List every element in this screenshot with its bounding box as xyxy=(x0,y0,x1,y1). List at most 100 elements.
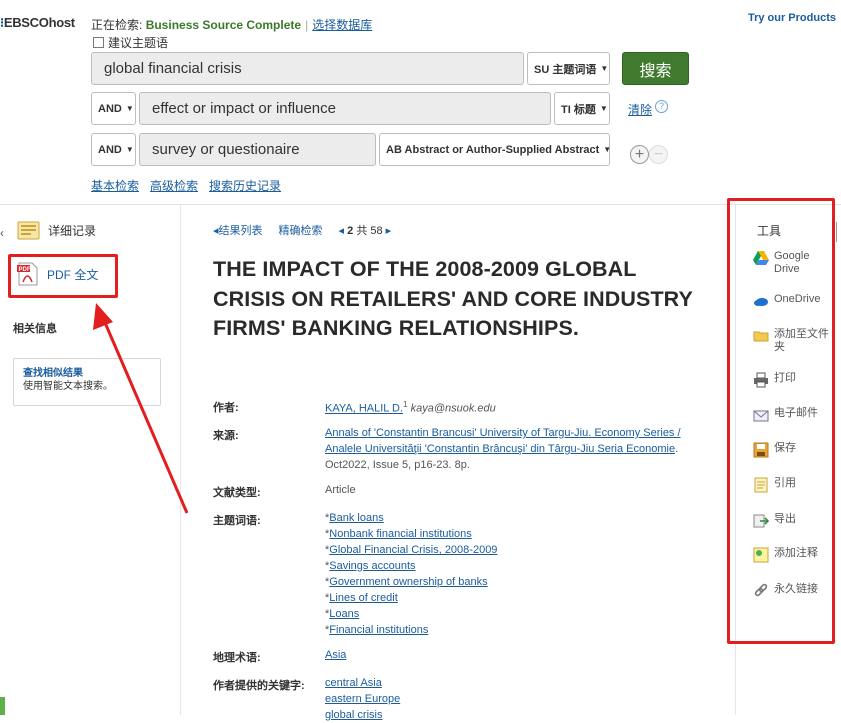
help-icon[interactable]: ? xyxy=(655,100,668,113)
tool-permalink[interactable]: 永久链接 xyxy=(753,583,833,599)
record-navigation: ◂结果列表 精确检索 ◂ 2 共 58 ▸ xyxy=(213,222,391,238)
export-icon xyxy=(753,514,769,528)
subject-item[interactable]: *Savings accounts xyxy=(325,558,497,574)
email-icon xyxy=(753,410,769,422)
tool-cite[interactable]: 引用 xyxy=(753,477,833,493)
collapse-left-icon[interactable]: ‹ xyxy=(0,226,4,240)
related-info-heading: 相关信息 xyxy=(13,323,57,335)
author-value: KAYA, HALIL D.1 kaya@nsuok.edu xyxy=(325,400,496,415)
field-select-1[interactable]: SU 主题词语 ▼ xyxy=(527,52,610,85)
subject-item[interactable]: *Government ownership of banks xyxy=(325,574,497,590)
keyword-link[interactable]: global crisis xyxy=(325,709,382,721)
basic-search-link[interactable]: 基本检索 xyxy=(91,177,139,194)
doctype-label: 文献类型: xyxy=(213,487,261,499)
row-controls: + − xyxy=(630,145,668,164)
suggest-label: 建议主题语 xyxy=(108,36,169,50)
tool-export[interactable]: 导出 xyxy=(753,513,833,529)
pdf-fulltext-label: PDF 全文 xyxy=(47,267,99,282)
search-mode-links: 基本检索 高级检索 搜索历史记录 xyxy=(91,177,281,194)
search-button[interactable]: 搜索 xyxy=(622,52,689,85)
detailed-record-label: 详细记录 xyxy=(48,224,97,238)
collapse-right-icon[interactable] xyxy=(836,222,841,242)
searching-label: 正在检索: xyxy=(91,18,143,32)
subject-item[interactable]: *Global Financial Crisis, 2008-2009 xyxy=(325,542,497,558)
source-label: 来源: xyxy=(213,430,239,442)
subject-item[interactable]: *Loans xyxy=(325,606,497,622)
tool-add-folder[interactable]: 添加至文件夹 xyxy=(753,328,833,354)
subject-list: *Bank loans *Nonbank financial instituti… xyxy=(325,510,497,638)
caret-down-icon: ▼ xyxy=(600,64,609,73)
caret-down-icon: ▼ xyxy=(125,104,134,113)
tool-print[interactable]: 打印 xyxy=(753,372,833,388)
field-select-3[interactable]: AB Abstract or Author-Supplied Abstract ▼ xyxy=(379,133,612,166)
source-value: Annals of 'Constantin Brancusi' Universi… xyxy=(325,427,681,471)
subject-label: 主题词语: xyxy=(213,515,261,527)
caret-down-icon: ▼ xyxy=(125,145,134,154)
detailed-record-icon xyxy=(17,221,40,240)
find-similar-subtitle: 使用智能文本搜索。 xyxy=(23,381,113,392)
author-link[interactable]: KAYA, HALIL D. xyxy=(325,403,403,415)
article-title: THE IMPACT OF THE 2008-2009 GLOBAL CRISI… xyxy=(213,257,693,340)
subject-item[interactable]: *Financial institutions xyxy=(325,622,497,638)
tool-add-note[interactable]: 添加注释 xyxy=(753,547,833,563)
search-input-1[interactable]: global financial crisis xyxy=(91,52,524,85)
bool-select-3[interactable]: AND ▼ xyxy=(91,133,136,166)
geo-label: 地理术语: xyxy=(213,652,261,664)
google-drive-icon xyxy=(753,251,769,265)
geo-link[interactable]: Asia xyxy=(325,649,346,661)
search-input-2[interactable]: effect or impact or influence xyxy=(139,92,551,125)
search-history-link[interactable]: 搜索历史记录 xyxy=(209,177,281,194)
find-similar-title[interactable]: 查找相似结果 xyxy=(23,367,151,380)
field-select-2[interactable]: TI 标题 ▼ xyxy=(554,92,610,125)
try-products-link[interactable]: Try our Products xyxy=(748,12,836,24)
database-name: Business Source Complete xyxy=(145,18,302,32)
suggest-subject-checkbox[interactable]: 建议主题语 xyxy=(93,34,168,51)
author-email: kaya@nsuok.edu xyxy=(410,402,496,415)
svg-text:PDF: PDF xyxy=(19,267,31,273)
printer-icon xyxy=(754,372,768,388)
choose-database-link[interactable]: 选择数据库 xyxy=(312,18,372,32)
subject-item[interactable]: *Bank loans xyxy=(325,510,497,526)
tools-heading: 工具 xyxy=(757,224,782,238)
feedback-tab[interactable] xyxy=(0,697,5,715)
author-label: 作者: xyxy=(213,402,239,414)
tool-email[interactable]: 电子邮件 xyxy=(753,407,833,423)
remove-row-icon[interactable]: − xyxy=(649,145,668,164)
advanced-search-link[interactable]: 高级检索 xyxy=(150,177,198,194)
source-detail: Oct2022, Issue 5, p16-23. 8p. xyxy=(325,459,470,471)
source-link[interactable]: Annals of 'Constantin Brancusi' Universi… xyxy=(325,427,681,455)
keywords-label: 作者提供的关键字: xyxy=(213,680,305,692)
keyword-link[interactable]: central Asia xyxy=(325,677,382,689)
checkbox[interactable] xyxy=(93,37,104,48)
detailed-record-item[interactable]: 详细记录 xyxy=(17,221,96,240)
caret-down-icon: ▼ xyxy=(603,145,612,154)
cite-icon xyxy=(754,477,768,493)
tool-google-drive[interactable]: Google Drive xyxy=(753,250,833,276)
subject-item[interactable]: *Nonbank financial institutions xyxy=(325,526,497,542)
ebscohost-logo[interactable]: ⁝EBSCOhost xyxy=(0,15,75,31)
result-list-link[interactable]: ◂结果列表 xyxy=(213,222,263,238)
clear-link[interactable]: 清除 xyxy=(628,101,652,118)
link-icon xyxy=(754,583,768,597)
tool-onedrive[interactable]: OneDrive xyxy=(753,293,833,309)
find-similar-box[interactable]: 查找相似结果 使用智能文本搜索。 xyxy=(13,358,161,406)
save-icon xyxy=(753,442,769,458)
folder-icon xyxy=(753,331,769,342)
keywords-list: central Asia eastern Europe global crisi… xyxy=(325,675,400,723)
next-record-icon[interactable]: ▸ xyxy=(386,225,392,237)
pagination: ◂ 2 共 58 ▸ xyxy=(338,225,392,237)
add-row-icon[interactable]: + xyxy=(630,145,649,164)
refine-search-link[interactable]: 精确检索 xyxy=(279,222,323,238)
prev-record-icon[interactable]: ◂ xyxy=(339,225,345,237)
bool-select-2[interactable]: AND ▼ xyxy=(91,92,136,125)
keyword-link[interactable]: eastern Europe xyxy=(325,693,400,705)
note-icon xyxy=(753,547,769,563)
pdf-icon: PDF xyxy=(17,262,38,286)
database-info: 正在检索: Business Source Complete | 选择数据库 xyxy=(91,18,373,32)
tool-save[interactable]: 保存 xyxy=(753,442,833,458)
pdf-fulltext-link[interactable]: PDF PDF 全文 xyxy=(17,262,98,286)
caret-down-icon: ▼ xyxy=(599,104,608,113)
subject-item[interactable]: *Lines of credit xyxy=(325,590,497,606)
search-input-3[interactable]: survey or questionaire xyxy=(139,133,376,166)
doctype-value: Article xyxy=(325,484,356,496)
